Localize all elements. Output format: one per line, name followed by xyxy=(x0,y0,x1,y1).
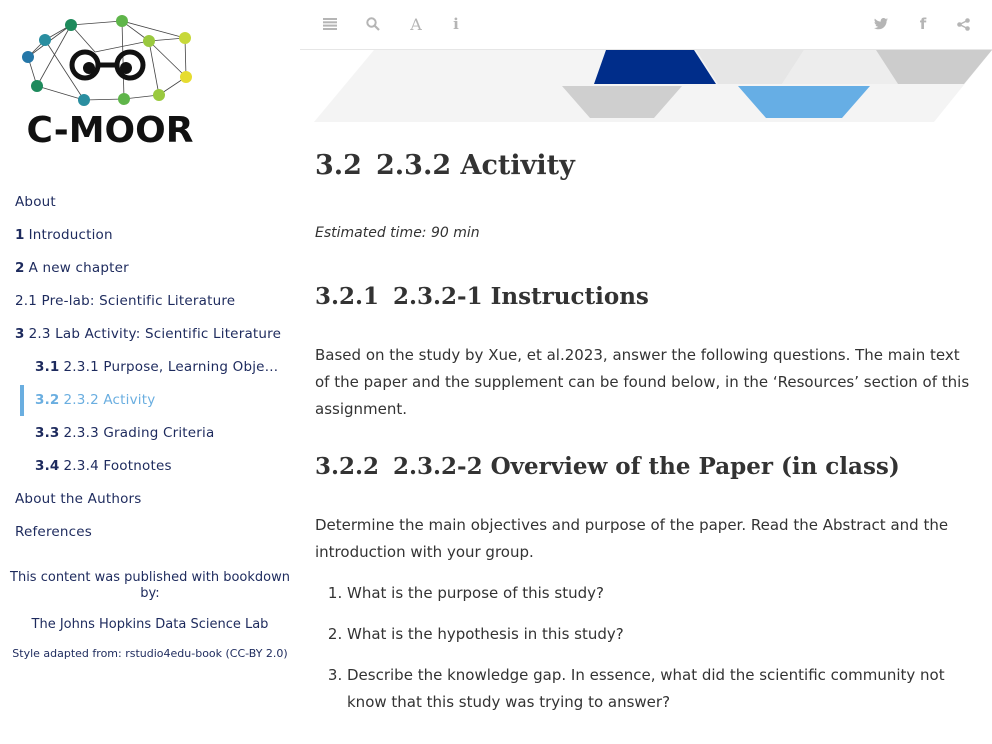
toc-item-label: 2.3.2 Activity xyxy=(63,392,156,408)
style-credit-link[interactable]: Style adapted from: rstudio4edu-book (CC… xyxy=(0,647,300,661)
toc-item-label: 2.1 Pre-lab: Scientific Literature xyxy=(15,293,236,309)
question-item: Describe the knowledge gap. In essence, … xyxy=(347,662,975,716)
toc-item-number: 3.4 xyxy=(35,458,60,474)
sidebar: C-MOOR About 1 Introduction 2 A new chapter 2… xyxy=(0,0,300,744)
twitter-icon[interactable] xyxy=(871,14,891,34)
toc-item-number: 3.2 xyxy=(35,392,60,408)
toc-item[interactable]: 3 2.3 Lab Activity: Scientific Literature xyxy=(0,318,300,351)
toc-item-label: About the Authors xyxy=(15,491,142,507)
toc-item-label: References xyxy=(15,524,93,540)
toc-item-label: About xyxy=(15,194,56,210)
question-item: What is the purpose of this study? xyxy=(347,580,975,607)
estimated-time: Estimated time: 90 min xyxy=(315,225,480,241)
instructions-paragraph: Based on the study by Xue, et al.2023, a… xyxy=(315,346,970,418)
toc-item[interactable]: 3.12.3.1 Purpose, Learning Objectives … xyxy=(0,351,285,384)
section-overview-heading: 3.2.2 2.3.2-2 Overview of the Paper (in c… xyxy=(315,453,900,480)
toc-item-number: 3.3 xyxy=(35,425,60,441)
header-banner-graphic xyxy=(314,50,992,122)
toc-item-number: 2 xyxy=(15,260,25,276)
published-with-link[interactable]: This content was published with bookdown… xyxy=(0,570,300,602)
toc-item[interactable]: About xyxy=(0,186,300,219)
svg-text:C-MOOR: C-MOOR xyxy=(27,110,194,150)
toc-item-number: 3.1 xyxy=(35,359,60,375)
toc-item[interactable]: References xyxy=(0,516,300,549)
book-toolbar: A i f xyxy=(300,0,992,50)
toc-item-label: 2.3 Lab Activity: Scientific Literature xyxy=(28,326,282,342)
search-icon[interactable] xyxy=(363,14,383,34)
c-moor-logo[interactable]: C-MOOR xyxy=(15,10,210,150)
toc-item-label: 2.3.3 Grading Criteria xyxy=(63,425,215,441)
question-list: What is the purpose of this study? What i… xyxy=(315,580,975,716)
toc-item[interactable]: 2A new chapter xyxy=(0,252,300,285)
facebook-icon[interactable]: f xyxy=(913,14,933,34)
toc-item-number: 1 xyxy=(15,227,25,243)
share-icon[interactable] xyxy=(953,14,973,34)
toc-item[interactable]: About the Authors xyxy=(0,483,300,516)
toc-item-number: 3 xyxy=(15,326,25,342)
font-settings-icon[interactable]: A xyxy=(406,14,426,34)
toc-item[interactable]: 3.2 2.3.2 Activity xyxy=(0,384,285,417)
toc-item-label: Introduction xyxy=(28,227,113,243)
info-icon[interactable]: i xyxy=(446,14,466,34)
toc-item-label: 2.3.1 Purpose, Learning Objectives … xyxy=(63,359,285,375)
toc-toggle-icon[interactable] xyxy=(320,14,340,34)
table-of-contents: About 1 Introduction 2 A new chapter 2.1 Pre-… xyxy=(0,186,300,549)
toc-item-label: A new chapter xyxy=(28,260,129,276)
toc-item[interactable]: 3.4 2.3.4 Footnotes xyxy=(0,450,285,483)
toc-item[interactable]: 2.1 Pre-lab: Scientific Literature xyxy=(0,285,300,318)
chapter-title: 3.2 2.3.2 Activity xyxy=(315,150,575,181)
toc-item-label: 2.3.4 Footnotes xyxy=(63,458,172,474)
overview-paragraph: Determine the main objectives and purpos… xyxy=(315,516,949,561)
jhu-dsl-link[interactable]: The Johns Hopkins Data Science Lab xyxy=(0,617,300,633)
chapter-content: 3.2 2.3.2 Activity Estimated time: 90 min… xyxy=(315,140,975,730)
section-instructions-heading: 3.2.1 2.3.2-1 Instructions xyxy=(315,283,649,310)
publish-credits: This content was published with bookdown… xyxy=(0,570,300,661)
question-item: What is the hypothesis in this study? xyxy=(347,621,975,648)
toc-item[interactable]: 1 Introduction xyxy=(0,219,300,252)
toc-item[interactable]: 3.3 2.3.3 Grading Criteria xyxy=(0,417,285,450)
